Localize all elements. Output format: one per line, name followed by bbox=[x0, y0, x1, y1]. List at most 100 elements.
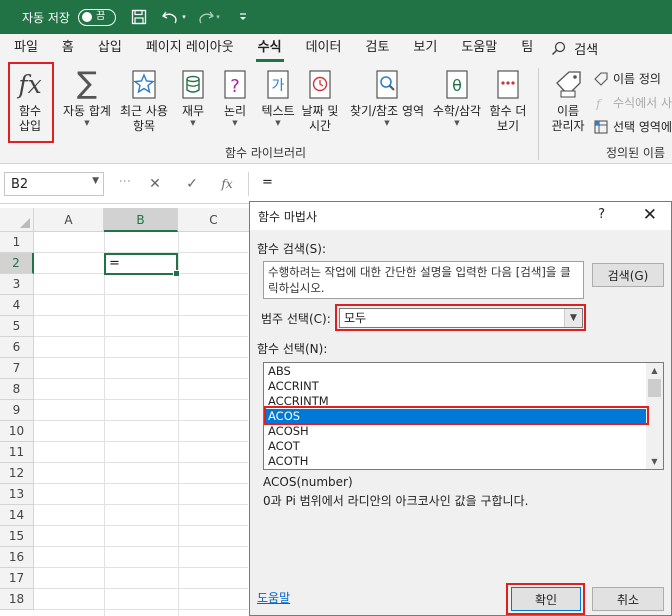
row-header[interactable]: 5 bbox=[0, 316, 34, 337]
row-header[interactable]: 18 bbox=[0, 589, 34, 610]
tab-insert[interactable]: 삽입 bbox=[86, 34, 134, 62]
row-header[interactable]: 14 bbox=[0, 505, 34, 526]
list-item[interactable]: ACOT bbox=[266, 439, 646, 454]
create-from-selection-button[interactable]: 선택 영역에 bbox=[593, 118, 672, 135]
datetime-button[interactable]: 날짜 및 시간 bbox=[298, 66, 342, 134]
financial-label: 재무 bbox=[181, 104, 205, 118]
row-header[interactable]: 3 bbox=[0, 274, 34, 295]
question-mark-icon: ? bbox=[223, 66, 247, 100]
tab-page-layout[interactable]: 페이지 레이아웃 bbox=[134, 34, 246, 62]
financial-button[interactable]: 재무 ▼ bbox=[178, 66, 208, 128]
define-name-button[interactable]: 이름 정의 bbox=[593, 70, 661, 87]
column-header-b[interactable]: B bbox=[104, 208, 178, 232]
row-header[interactable]: 8 bbox=[0, 379, 34, 400]
list-item[interactable]: ACCRINT bbox=[266, 379, 646, 394]
tab-team[interactable]: 팀 bbox=[509, 34, 545, 62]
list-item[interactable]: ABS bbox=[266, 364, 646, 379]
row-header[interactable]: 13 bbox=[0, 484, 34, 505]
column-header-c[interactable]: C bbox=[178, 208, 250, 232]
cancel-button[interactable]: 취소 bbox=[592, 587, 664, 611]
help-question-icon[interactable]: ? bbox=[598, 207, 605, 222]
name-box[interactable]: B2 ▼ bbox=[4, 172, 104, 196]
enter-check-icon[interactable]: ✓ bbox=[181, 174, 203, 194]
scroll-down-icon[interactable]: ▼ bbox=[646, 454, 663, 469]
formula-input[interactable]: = bbox=[262, 175, 273, 190]
formula-separator bbox=[248, 172, 249, 196]
row-header[interactable]: 17 bbox=[0, 568, 34, 589]
row-header[interactable]: 12 bbox=[0, 463, 34, 484]
splitter-handle[interactable]: ⋮ bbox=[118, 175, 132, 186]
help-link[interactable]: 도움말 bbox=[257, 589, 290, 606]
chevron-down-icon: ▼ bbox=[190, 119, 196, 127]
row-header[interactable]: 15 bbox=[0, 526, 34, 547]
save-icon[interactable] bbox=[130, 8, 148, 26]
svg-text:?: ? bbox=[230, 76, 240, 97]
undo-dropdown-icon[interactable]: ▾ bbox=[180, 8, 188, 26]
name-box-value: B2 bbox=[11, 176, 29, 192]
autosave-toggle[interactable]: 끔 bbox=[77, 8, 116, 26]
insert-function-fx-icon[interactable]: fx bbox=[216, 174, 238, 194]
tab-review[interactable]: 검토 bbox=[353, 34, 401, 62]
row-header[interactable]: 16 bbox=[0, 547, 34, 568]
math-button[interactable]: θ 수학/삼각 ▼ bbox=[428, 66, 486, 128]
row-header[interactable]: 2 bbox=[0, 253, 34, 274]
menu-bar: 파일 홈 삽입 페이지 레이아웃 수식 데이터 검토 보기 도움말 팀 검색 bbox=[0, 34, 672, 62]
name-manager-button[interactable]: 이름 관리자 bbox=[546, 66, 590, 134]
search-label: 검색 bbox=[574, 42, 599, 58]
chevron-down-icon: ▼ bbox=[454, 119, 460, 127]
lookup-button[interactable]: 찾기/참조 영역 ▼ bbox=[344, 66, 430, 128]
datetime-label: 날짜 및 시간 bbox=[301, 104, 339, 133]
autosave-state: 끔 bbox=[95, 10, 106, 22]
logical-label: 논리 bbox=[223, 104, 247, 118]
scroll-thumb[interactable] bbox=[648, 379, 661, 397]
redo-icon[interactable] bbox=[196, 8, 214, 26]
use-in-formula-label: 수식에서 사 bbox=[613, 96, 672, 110]
toggle-knob bbox=[81, 12, 92, 22]
coins-icon bbox=[181, 66, 205, 100]
more-functions-button[interactable]: 함수 더 보기 bbox=[486, 66, 530, 134]
category-label: 범주 선택(C): bbox=[261, 312, 331, 326]
use-in-formula-button[interactable]: f 수식에서 사 bbox=[593, 94, 672, 111]
row-header[interactable]: 4 bbox=[0, 295, 34, 316]
grid-line bbox=[34, 483, 248, 484]
list-item[interactable]: ACOSH bbox=[266, 424, 646, 439]
list-item[interactable]: ACOTH bbox=[266, 454, 646, 469]
customize-icon[interactable] bbox=[234, 8, 252, 26]
row-header[interactable]: 9 bbox=[0, 400, 34, 421]
tab-home[interactable]: 홈 bbox=[50, 34, 86, 62]
text-button[interactable]: 가 텍스트 ▼ bbox=[256, 66, 300, 128]
grid-line bbox=[34, 294, 248, 295]
redo-dropdown-icon[interactable]: ▾ bbox=[214, 8, 222, 26]
tab-formulas[interactable]: 수식 bbox=[246, 34, 294, 62]
column-header-a[interactable]: A bbox=[34, 208, 104, 232]
row-header[interactable]: 11 bbox=[0, 442, 34, 463]
math-label: 수학/삼각 bbox=[432, 104, 482, 118]
row-header[interactable]: 1 bbox=[0, 232, 34, 253]
tab-view[interactable]: 보기 bbox=[401, 34, 449, 62]
search-button[interactable]: 검색(G) bbox=[592, 263, 664, 287]
lookup-label: 찾기/참조 영역 bbox=[349, 104, 425, 118]
star-icon bbox=[131, 66, 157, 100]
scroll-up-icon[interactable]: ▲ bbox=[646, 363, 663, 378]
active-cell-b2[interactable]: = bbox=[104, 253, 180, 277]
recent-button[interactable]: 최근 사용 항목 bbox=[116, 66, 172, 134]
tab-help[interactable]: 도움말 bbox=[449, 34, 509, 62]
search-function-label: 함수 검색(S): bbox=[257, 242, 326, 256]
search-function-input[interactable]: 수행하려는 작업에 대한 간단한 설명을 입력한 다음 [검색]을 클릭하십시오… bbox=[263, 261, 584, 299]
autosave-label: 자동 저장 bbox=[22, 10, 70, 25]
logical-button[interactable]: ? 논리 ▼ bbox=[220, 66, 250, 128]
tab-file[interactable]: 파일 bbox=[2, 34, 50, 62]
tab-data[interactable]: 데이터 bbox=[294, 34, 354, 62]
row-header[interactable]: 7 bbox=[0, 358, 34, 379]
grid-line bbox=[34, 588, 248, 589]
row-header[interactable]: 6 bbox=[0, 337, 34, 358]
cancel-icon[interactable]: ✕ bbox=[144, 174, 166, 194]
autosum-label: 자동 합계 bbox=[63, 104, 111, 118]
chevron-down-icon: ▼ bbox=[232, 119, 238, 127]
select-all-corner[interactable] bbox=[0, 208, 34, 232]
row-header[interactable]: 10 bbox=[0, 421, 34, 442]
undo-icon[interactable] bbox=[161, 8, 180, 26]
close-icon[interactable]: ✕ bbox=[643, 205, 657, 225]
autosum-button[interactable]: ∑ 자동 합계 ▼ bbox=[58, 66, 116, 128]
menu-search[interactable]: 검색 bbox=[551, 39, 598, 58]
